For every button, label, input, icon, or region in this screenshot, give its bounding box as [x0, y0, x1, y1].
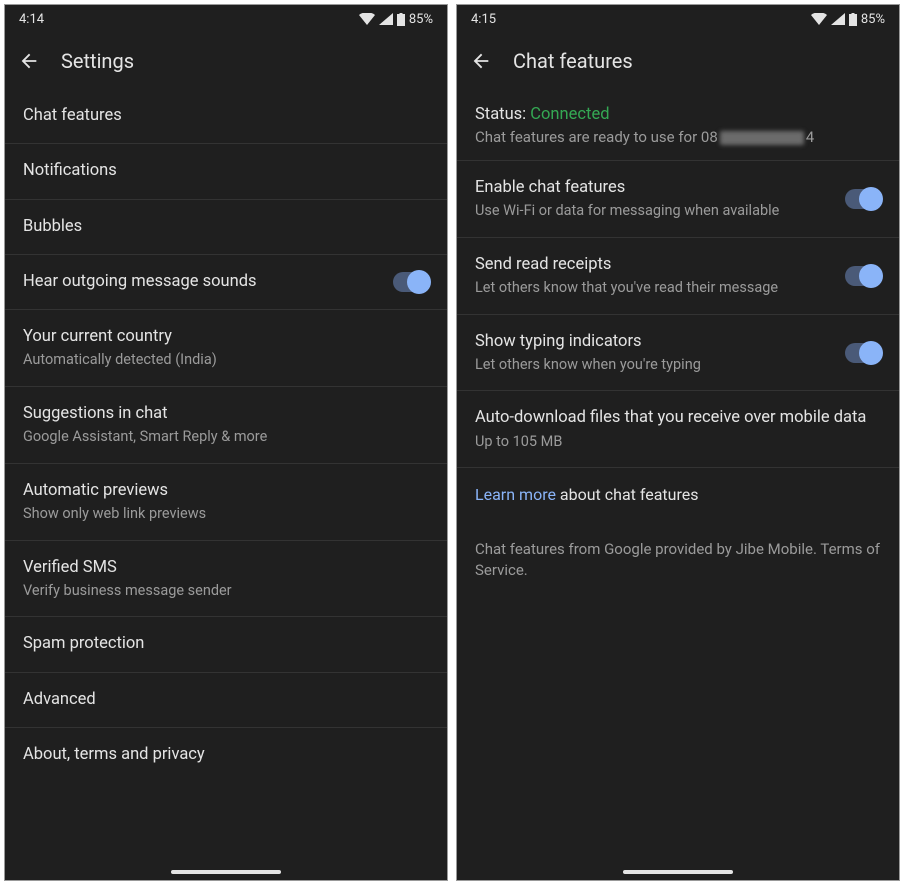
row-label: Show typing indicators [475, 331, 833, 353]
arrow-back-icon [470, 50, 492, 72]
toggle-read-receipts[interactable] [845, 266, 881, 286]
nav-handle[interactable] [171, 870, 281, 874]
clock: 4:14 [19, 12, 44, 27]
status-bar: 4:14 85% [5, 5, 447, 33]
row-country[interactable]: Your current country Automatically detec… [5, 310, 447, 387]
status-icons: 85% [811, 12, 885, 27]
page-title: Settings [61, 49, 134, 73]
row-label: Notifications [23, 160, 429, 182]
row-bubbles[interactable]: Bubbles [5, 200, 447, 255]
row-label: Chat features [23, 105, 429, 127]
learn-more-block: Learn more about chat features [457, 468, 899, 522]
redacted-number [720, 131, 804, 145]
phone-right: 4:15 85% Chat features Status: Connected… [456, 4, 900, 881]
page-title: Chat features [513, 49, 633, 73]
row-label: Verified SMS [23, 557, 429, 579]
settings-list: Chat features Notifications Bubbles Hear… [5, 89, 447, 880]
row-typing-indicators[interactable]: Show typing indicators Let others know w… [457, 315, 899, 392]
row-advanced[interactable]: Advanced [5, 673, 447, 728]
row-enable-chat[interactable]: Enable chat features Use Wi-Fi or data f… [457, 161, 899, 238]
status-icons: 85% [359, 12, 433, 27]
toggle-enable-chat[interactable] [845, 189, 881, 209]
phone-left: 4:14 85% Settings Chat features Notifica… [4, 4, 448, 881]
row-suggestions[interactable]: Suggestions in chat Google Assistant, Sm… [5, 387, 447, 464]
toggle-typing-indicators[interactable] [845, 343, 881, 363]
row-label: Automatic previews [23, 480, 429, 502]
status-value: Connected [530, 105, 609, 124]
nav-handle[interactable] [623, 870, 733, 874]
learn-more-link[interactable]: Learn more [475, 485, 556, 504]
footer-text: Chat features from Google provided by Ji… [457, 523, 899, 597]
row-label: About, terms and privacy [23, 744, 429, 766]
row-label: Send read receipts [475, 254, 833, 276]
toggle-outgoing-sounds[interactable] [393, 272, 429, 292]
row-sub: Automatically detected (India) [23, 350, 429, 370]
clock: 4:15 [471, 12, 496, 27]
row-auto-download[interactable]: Auto-download files that you receive ove… [457, 391, 899, 468]
row-label: Bubbles [23, 216, 429, 238]
row-sub: Use Wi-Fi or data for messaging when ava… [475, 201, 833, 221]
ready-suffix: 4 [806, 128, 814, 146]
learn-more-rest: about chat features [556, 485, 699, 504]
ready-prefix: Chat features are ready to use for 08 [475, 128, 718, 146]
row-auto-previews[interactable]: Automatic previews Show only web link pr… [5, 464, 447, 541]
wifi-icon [359, 13, 375, 25]
row-sub: Google Assistant, Smart Reply & more [23, 427, 429, 447]
row-label: Auto-download files that you receive ove… [475, 407, 881, 429]
app-bar: Settings [5, 33, 447, 89]
battery-text: 85% [861, 12, 885, 27]
row-label: Enable chat features [475, 177, 833, 199]
back-button[interactable] [17, 49, 41, 73]
back-button[interactable] [469, 49, 493, 73]
arrow-back-icon [18, 50, 40, 72]
signal-icon [831, 13, 845, 25]
row-sub: Show only web link previews [23, 504, 429, 524]
chat-features-list: Status: Connected Chat features are read… [457, 89, 899, 880]
row-verified-sms[interactable]: Verified SMS Verify business message sen… [5, 541, 447, 618]
ready-line: Chat features are ready to use for 08 4 [475, 128, 881, 146]
row-sub: Let others know that you've read their m… [475, 278, 833, 298]
signal-icon [379, 13, 393, 25]
wifi-icon [811, 13, 827, 25]
status-label: Status: [475, 105, 526, 124]
row-label: Suggestions in chat [23, 403, 429, 425]
battery-icon [849, 13, 857, 26]
row-label: Advanced [23, 689, 429, 711]
row-outgoing-sounds[interactable]: Hear outgoing message sounds [5, 255, 447, 310]
battery-icon [397, 13, 405, 26]
row-chat-features[interactable]: Chat features [5, 89, 447, 144]
row-sub: Up to 105 MB [475, 432, 881, 452]
row-about[interactable]: About, terms and privacy [5, 728, 447, 782]
row-sub: Let others know when you're typing [475, 355, 833, 375]
row-label: Your current country [23, 326, 429, 348]
row-label: Spam protection [23, 633, 429, 655]
battery-text: 85% [409, 12, 433, 27]
row-read-receipts[interactable]: Send read receipts Let others know that … [457, 238, 899, 315]
row-sub: Verify business message sender [23, 581, 429, 601]
row-label: Hear outgoing message sounds [23, 271, 381, 293]
row-spam-protection[interactable]: Spam protection [5, 617, 447, 672]
app-bar: Chat features [457, 33, 899, 89]
row-notifications[interactable]: Notifications [5, 144, 447, 199]
status-line: Status: Connected [475, 105, 881, 124]
status-block: Status: Connected Chat features are read… [457, 89, 899, 161]
status-bar: 4:15 85% [457, 5, 899, 33]
